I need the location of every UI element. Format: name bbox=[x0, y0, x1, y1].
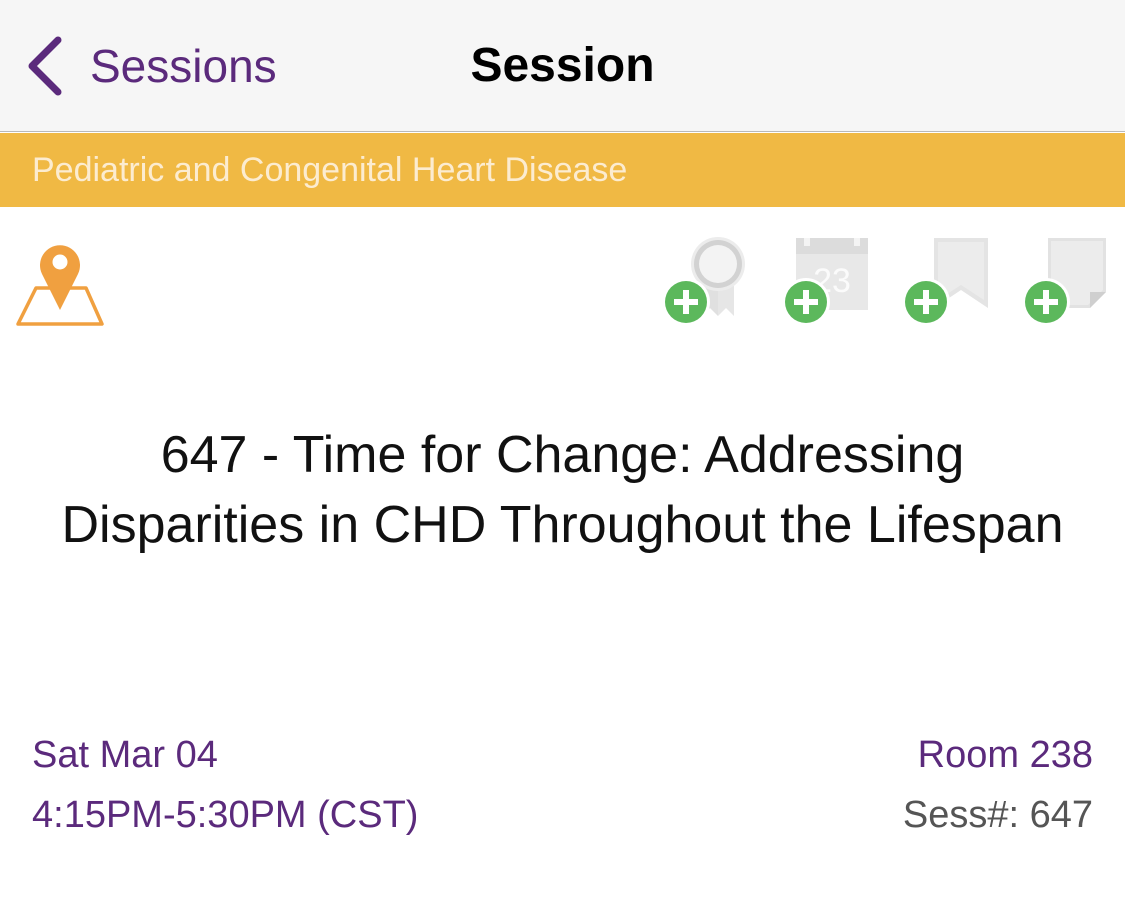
page-title: Session bbox=[470, 39, 655, 92]
calendar-add-icon: 23 bbox=[782, 238, 868, 326]
add-credits-button[interactable] bbox=[660, 234, 760, 330]
add-to-calendar-button[interactable]: 23 bbox=[780, 234, 880, 330]
session-title: 647 - Time for Change: Addressing Dispar… bbox=[61, 426, 1064, 554]
session-room[interactable]: Room 238 bbox=[918, 734, 1093, 777]
add-bookmark-button[interactable] bbox=[900, 234, 1000, 330]
bookmark-add-icon bbox=[902, 238, 988, 326]
navigation-bar: Sessions Session bbox=[0, 0, 1125, 132]
add-note-button[interactable] bbox=[1020, 234, 1120, 330]
category-label: Pediatric and Congenital Heart Disease bbox=[32, 151, 628, 189]
category-banner: Pediatric and Congenital Heart Disease bbox=[0, 133, 1125, 207]
session-number: Sess#: 647 bbox=[902, 794, 1093, 836]
session-date: Sat Mar 04 bbox=[32, 734, 218, 776]
map-pin-icon[interactable] bbox=[16, 238, 106, 328]
note-add-icon bbox=[1022, 238, 1106, 326]
award-add-icon bbox=[662, 237, 745, 326]
session-time: 4:15PM-5:30PM (CST) bbox=[32, 794, 419, 836]
